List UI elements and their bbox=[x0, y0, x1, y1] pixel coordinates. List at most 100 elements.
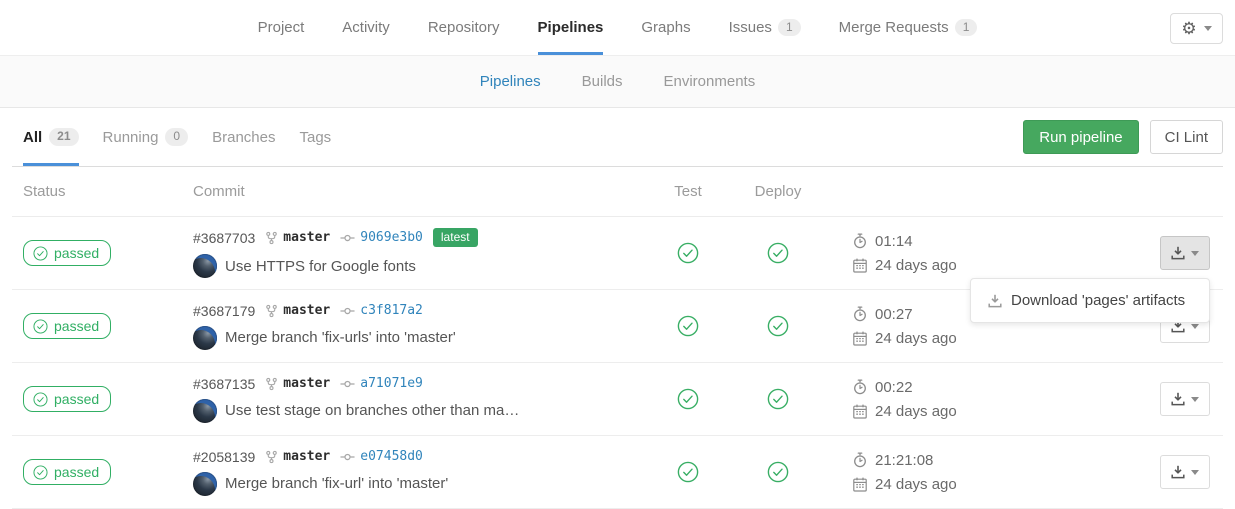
artifacts-download-dropdown-button[interactable] bbox=[1160, 382, 1210, 416]
commit-icon bbox=[340, 379, 355, 389]
deploy-stage-passed-icon[interactable] bbox=[767, 242, 789, 264]
status-cell: passed bbox=[12, 240, 193, 266]
test-stage-cell bbox=[643, 388, 733, 410]
nav-item-issues[interactable]: Issues 1 bbox=[729, 0, 801, 55]
actions-cell bbox=[1013, 363, 1223, 435]
ci-sub-nav: Pipelines Builds Environments bbox=[0, 56, 1235, 108]
author-avatar[interactable] bbox=[193, 254, 217, 278]
download-icon bbox=[1171, 465, 1185, 479]
project-nav: Project Activity Repository Pipelines Gr… bbox=[0, 0, 1235, 56]
tab-running[interactable]: Running 0 bbox=[103, 108, 189, 166]
author-avatar[interactable] bbox=[193, 326, 217, 350]
pipeline-finished-ago: 24 days ago bbox=[875, 330, 957, 347]
nav-item-pipelines[interactable]: Pipelines bbox=[538, 0, 604, 55]
branch-link[interactable]: master bbox=[283, 449, 330, 464]
status-label: passed bbox=[54, 391, 99, 407]
deploy-stage-cell bbox=[733, 461, 823, 483]
nav-item-activity[interactable]: Activity bbox=[342, 0, 390, 55]
branch-link[interactable]: master bbox=[283, 376, 330, 391]
deploy-stage-cell bbox=[733, 388, 823, 410]
status-cell: passed bbox=[12, 386, 193, 412]
chevron-down-icon bbox=[1191, 324, 1199, 329]
test-stage-passed-icon[interactable] bbox=[677, 315, 699, 337]
pipeline-id-link[interactable]: #2058139 bbox=[193, 449, 255, 465]
status-cell: passed bbox=[12, 313, 193, 339]
actions-cell bbox=[1013, 436, 1223, 508]
test-stage-cell bbox=[643, 461, 733, 483]
commit-sha-link[interactable]: a71071e9 bbox=[360, 376, 423, 391]
pipelines-toolbar: All 21 Running 0 Branches Tags Run pipel… bbox=[12, 108, 1223, 167]
tab-all[interactable]: All 21 bbox=[23, 108, 79, 166]
author-avatar[interactable] bbox=[193, 399, 217, 423]
status-cell: passed bbox=[12, 459, 193, 485]
merge-requests-count-badge: 1 bbox=[955, 19, 978, 36]
branch-icon bbox=[265, 231, 278, 245]
pipeline-finished-ago: 24 days ago bbox=[875, 476, 957, 493]
commit-sha-link[interactable]: e07458d0 bbox=[360, 449, 423, 464]
nav-item-graphs[interactable]: Graphs bbox=[641, 0, 690, 55]
tab-label: Branches bbox=[212, 129, 275, 146]
check-circle-icon bbox=[33, 392, 48, 407]
pipeline-id-link[interactable]: #3687703 bbox=[193, 230, 255, 246]
nav-item-merge-requests[interactable]: Merge Requests 1 bbox=[839, 0, 978, 55]
commit-message-link[interactable]: Use test stage on branches other than ma… bbox=[225, 402, 519, 419]
download-pages-artifacts-item[interactable]: Download 'pages' artifacts bbox=[971, 287, 1209, 314]
deploy-stage-passed-icon[interactable] bbox=[767, 388, 789, 410]
pipeline-duration: 01:14 bbox=[875, 233, 913, 250]
status-badge-passed[interactable]: passed bbox=[23, 459, 111, 485]
subnav-label: Builds bbox=[582, 73, 623, 90]
commit-cell: #3687703 master 9069e3b0 latest Use HTTP… bbox=[193, 228, 643, 278]
test-stage-passed-icon[interactable] bbox=[677, 388, 699, 410]
status-badge-passed[interactable]: passed bbox=[23, 313, 111, 339]
branch-link[interactable]: master bbox=[283, 303, 330, 318]
stopwatch-icon bbox=[853, 233, 867, 249]
subnav-item-pipelines[interactable]: Pipelines bbox=[470, 73, 551, 90]
subnav-label: Pipelines bbox=[480, 73, 541, 90]
branch-icon bbox=[265, 304, 278, 318]
check-circle-icon bbox=[33, 465, 48, 480]
artifacts-download-dropdown-button[interactable] bbox=[1160, 455, 1210, 489]
chevron-down-icon bbox=[1191, 251, 1199, 256]
column-header-deploy: Deploy bbox=[733, 183, 823, 200]
test-stage-cell bbox=[643, 315, 733, 337]
commit-sha-link[interactable]: 9069e3b0 bbox=[360, 230, 423, 245]
column-header-commit: Commit bbox=[193, 183, 643, 200]
status-badge-passed[interactable]: passed bbox=[23, 240, 111, 266]
download-icon bbox=[988, 294, 1002, 308]
pipeline-row: passed #3687703 master 9069e3b0 latest U… bbox=[12, 217, 1223, 290]
pipeline-id-link[interactable]: #3687135 bbox=[193, 376, 255, 392]
commit-cell: #3687179 master c3f817a2 Merge branch 'f… bbox=[193, 303, 643, 350]
deploy-stage-passed-icon[interactable] bbox=[767, 461, 789, 483]
commit-message-link[interactable]: Merge branch 'fix-urls' into 'master' bbox=[225, 329, 456, 346]
status-badge-passed[interactable]: passed bbox=[23, 386, 111, 412]
tab-tags[interactable]: Tags bbox=[299, 108, 331, 166]
nav-label: Project bbox=[258, 19, 305, 36]
commit-message-link[interactable]: Use HTTPS for Google fonts bbox=[225, 258, 416, 275]
tab-label: All bbox=[23, 129, 42, 146]
commit-icon bbox=[340, 452, 355, 462]
ci-lint-button[interactable]: CI Lint bbox=[1150, 120, 1223, 154]
test-stage-passed-icon[interactable] bbox=[677, 461, 699, 483]
tab-label: Tags bbox=[299, 129, 331, 146]
actions-cell: Download 'pages' artifacts bbox=[1013, 217, 1223, 289]
run-pipeline-button[interactable]: Run pipeline bbox=[1023, 120, 1138, 154]
commit-cell: #2058139 master e07458d0 Merge branch 'f… bbox=[193, 449, 643, 496]
artifacts-download-dropdown-button[interactable] bbox=[1160, 236, 1210, 270]
author-avatar[interactable] bbox=[193, 472, 217, 496]
commit-sha-link[interactable]: c3f817a2 bbox=[360, 303, 423, 318]
branch-icon bbox=[265, 450, 278, 464]
branch-link[interactable]: master bbox=[283, 230, 330, 245]
deploy-stage-passed-icon[interactable] bbox=[767, 315, 789, 337]
commit-message-link[interactable]: Merge branch 'fix-url' into 'master' bbox=[225, 475, 448, 492]
subnav-item-builds[interactable]: Builds bbox=[572, 73, 633, 90]
test-stage-passed-icon[interactable] bbox=[677, 242, 699, 264]
tab-label: Running bbox=[103, 129, 159, 146]
nav-label: Repository bbox=[428, 19, 500, 36]
pipeline-id-link[interactable]: #3687179 bbox=[193, 303, 255, 319]
subnav-item-environments[interactable]: Environments bbox=[654, 73, 766, 90]
project-settings-dropdown-button[interactable]: ⚙ bbox=[1170, 13, 1223, 44]
nav-item-project[interactable]: Project bbox=[258, 0, 305, 55]
stopwatch-icon bbox=[853, 306, 867, 322]
nav-item-repository[interactable]: Repository bbox=[428, 0, 500, 55]
tab-branches[interactable]: Branches bbox=[212, 108, 275, 166]
